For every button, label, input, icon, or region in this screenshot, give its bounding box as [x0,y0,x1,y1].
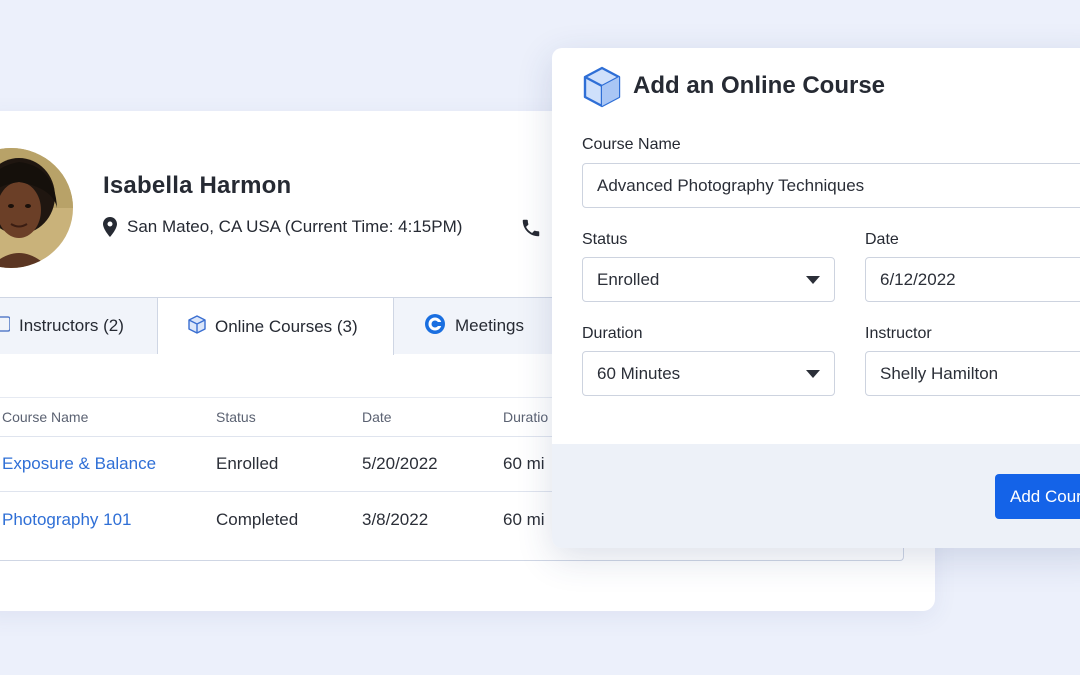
tab-instructors[interactable]: Instructors (2) [0,297,158,354]
dialog-title: Add an Online Course [633,72,886,99]
dialog-footer: Add Course [552,444,1080,548]
tab-label: Instructors (2) [19,316,124,335]
map-pin-icon [103,217,117,237]
column-header[interactable]: Status [216,398,256,436]
add-online-course-dialog: Add an Online Course Course Name Status … [552,48,1080,548]
location-text: San Mateo, CA USA (Current Time: 4:15PM) [127,217,463,236]
column-header[interactable]: Date [362,398,392,436]
duration-select[interactable]: 60 Minutes [582,351,835,396]
duration-selected-value: 60 Minutes [597,363,681,383]
instructor-input[interactable] [865,351,1080,396]
course-name-label: Course Name [582,136,681,153]
date-label: Date [865,231,899,248]
avatar [0,148,73,268]
cube-icon [583,66,621,113]
tab-label: Meetings [455,316,524,335]
location-row: San Mateo, CA USA (Current Time: 4:15PM) [103,217,462,237]
person-icon [0,315,11,337]
course-link[interactable]: Photography 101 [2,492,132,547]
phone-icon[interactable] [520,217,542,244]
tab-meetings[interactable]: Meetings [393,297,563,354]
chevron-down-icon [806,370,820,378]
chevron-down-icon [806,276,820,284]
date-cell: 5/20/2022 [362,454,438,473]
column-header[interactable]: Duratio [503,398,548,436]
status-select[interactable]: Enrolled [582,257,835,302]
date-cell: 3/8/2022 [362,509,429,529]
status-cell: Completed [216,509,299,529]
contact-name: Isabella Harmon [103,172,292,199]
status-cell: Enrolled [216,454,279,473]
duration-cell: 60 mi [503,454,545,473]
duration-cell: 60 mi [503,509,545,529]
course-link[interactable]: Exposure & Balance [2,437,156,491]
date-input[interactable] [865,257,1080,302]
cube-icon [188,314,206,339]
course-name-input[interactable] [582,163,1080,208]
status-label: Status [582,231,628,248]
tab-label: Online Courses (3) [215,316,358,336]
status-selected-value: Enrolled [597,269,660,289]
instructor-label: Instructor [865,325,932,342]
meetings-logo-icon [424,313,446,340]
duration-label: Duration [582,325,643,342]
tab-online-courses[interactable]: Online Courses (3) [158,297,394,355]
column-header[interactable]: Course Name [2,398,88,436]
add-course-button[interactable]: Add Course [995,474,1080,519]
